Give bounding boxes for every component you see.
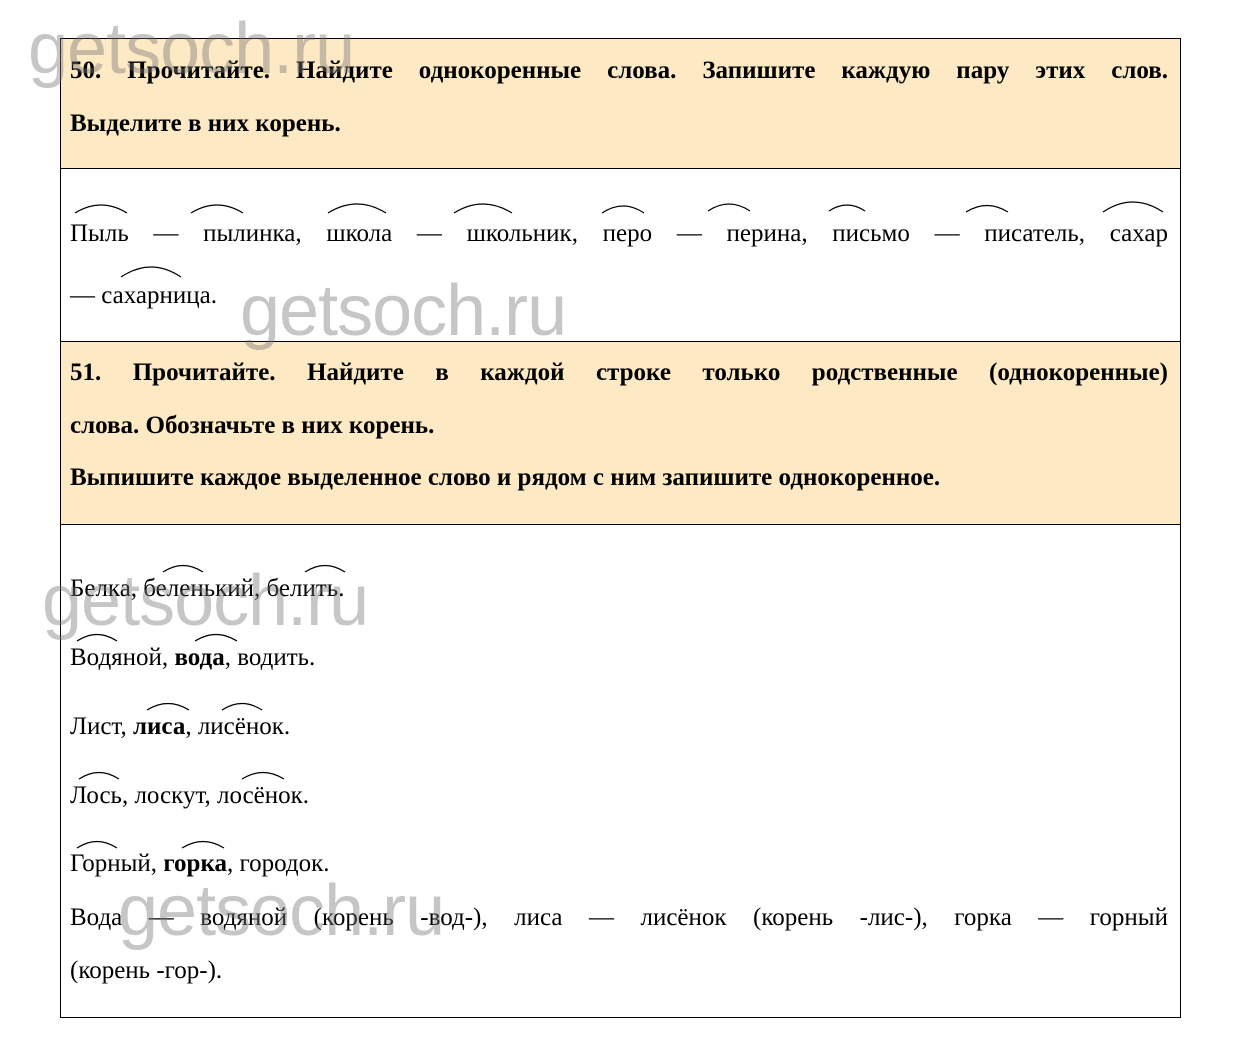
root-arc <box>74 204 128 214</box>
root-arc <box>327 203 387 214</box>
answer-50-line-1: Пыль — пылинка, школа — школьник, перо —… <box>70 220 1168 247</box>
answer-51-cell: Белка, беленький, белить. Водяной, вода,… <box>61 525 1180 1017</box>
row-text: Белка, беленький, белить. <box>70 575 345 602</box>
answer-51-row: Белка, беленький, белить. <box>70 574 1168 604</box>
task-50-line-2: Выделите в них корень. <box>70 110 341 137</box>
answer-51-row: Лист, лиса, лисёнок. <box>70 712 1168 742</box>
task-50-line-1: 50. Прочитайте. Найдите однокоренные сло… <box>70 57 1168 84</box>
root-arc <box>120 266 182 278</box>
exercise-table: 50. Прочитайте. Найдите однокоренные сло… <box>60 38 1181 1018</box>
answer-51-row: Лось, лоскут, лосёнок. <box>70 781 1168 811</box>
root-arc <box>707 203 751 212</box>
row-bold-word: лиса <box>132 713 186 740</box>
task-50-cell: 50. Прочитайте. Найдите однокоренные сло… <box>61 39 1180 169</box>
task-51-cell: 51. Прочитайте. Найдите в каждой строке … <box>61 342 1180 525</box>
row-text: Лист, <box>70 713 133 740</box>
root-arc <box>146 702 190 711</box>
row-bold-word: горка <box>163 850 227 877</box>
root-arc <box>190 204 244 214</box>
answer-51-summary-line-2: (корень -гор-). <box>70 957 223 984</box>
row-bold-word: вода <box>174 644 225 671</box>
root-arc <box>304 564 346 573</box>
root-arc <box>221 702 263 711</box>
task-51-line-2: слова. Обозначьте в них корень. <box>70 412 435 439</box>
row-text: Водяной, <box>70 644 175 671</box>
answer-51-summary-line-1: Вода — водяной (корень -вод-), лиса — ли… <box>70 904 1168 931</box>
row-text: Горный, <box>70 850 164 877</box>
task-51-line-3: Выпишите каждое выделенное слово и рядом… <box>70 464 941 491</box>
row-text-tail: , водить. <box>224 644 316 671</box>
answer-50-line-2: — сахарница. <box>70 282 217 309</box>
root-arc <box>162 564 204 573</box>
row-text-tail: , городок. <box>226 850 330 877</box>
row-text: Лось, лоскут, лосёнок. <box>70 782 310 809</box>
root-arc <box>78 771 120 780</box>
row-text-tail: , лисёнок. <box>185 713 291 740</box>
task-51-line-1: 51. Прочитайте. Найдите в каждой строке … <box>70 359 1168 386</box>
root-arc <box>601 205 645 214</box>
root-arc <box>965 204 1009 213</box>
answer-51-row: Водяной, вода, водить. <box>70 643 1168 673</box>
root-arc <box>453 203 513 214</box>
root-arc <box>1102 201 1164 213</box>
root-arc <box>241 771 285 780</box>
answer-50-cell: Пыль — пылинка, школа — школьник, перо —… <box>61 169 1180 342</box>
root-arc <box>828 204 866 212</box>
root-arc <box>194 633 238 642</box>
answer-51-row: Горный, горка, городок. <box>70 849 1168 879</box>
root-arc <box>76 633 118 642</box>
